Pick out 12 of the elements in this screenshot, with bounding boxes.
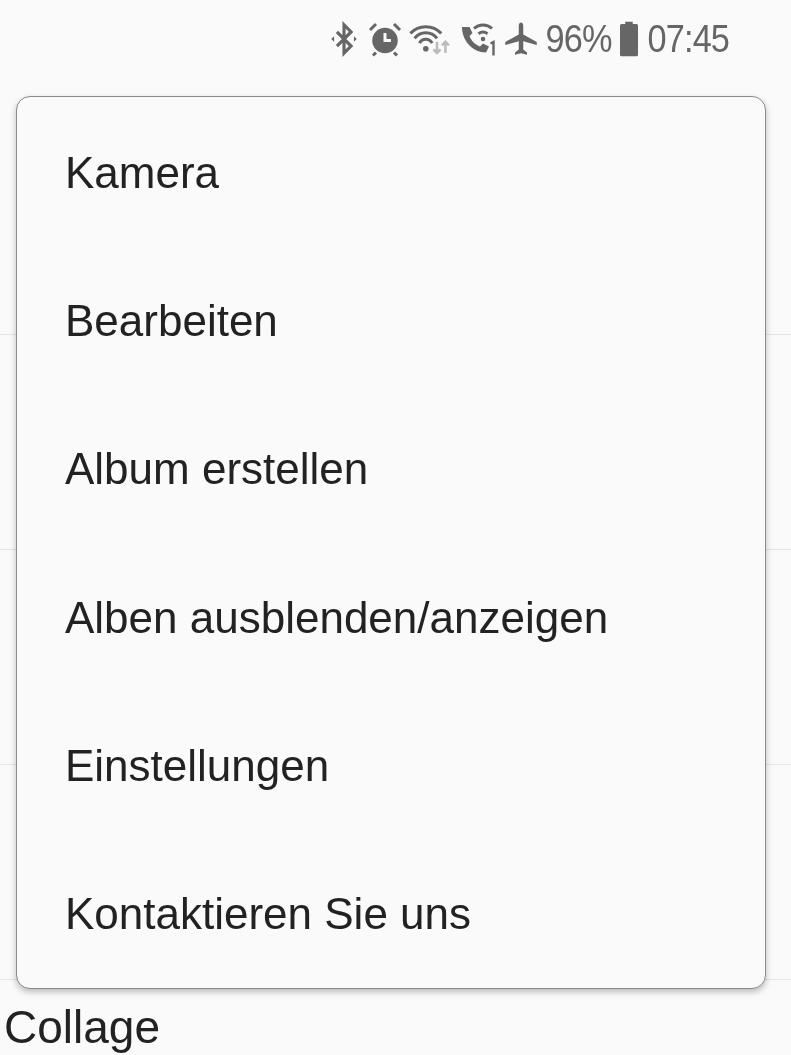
battery-percentage: 96% xyxy=(545,16,612,61)
clock-time: 07:45 xyxy=(647,16,730,61)
menu-item[interactable]: Alben ausblenden/anzeigen xyxy=(17,543,765,692)
menu-item[interactable]: Kontaktieren Sie uns xyxy=(17,839,765,989)
menu-item[interactable]: Bearbeiten xyxy=(17,247,765,396)
alarm-icon xyxy=(367,20,404,57)
airplane-icon xyxy=(503,20,540,57)
menu-item[interactable]: Einstellungen xyxy=(17,691,765,840)
menu-item[interactable]: Kamera xyxy=(17,99,765,248)
menu-item[interactable]: Album erstellen xyxy=(17,395,765,544)
battery-icon xyxy=(618,20,641,57)
album-title: Collage xyxy=(3,1000,160,1054)
